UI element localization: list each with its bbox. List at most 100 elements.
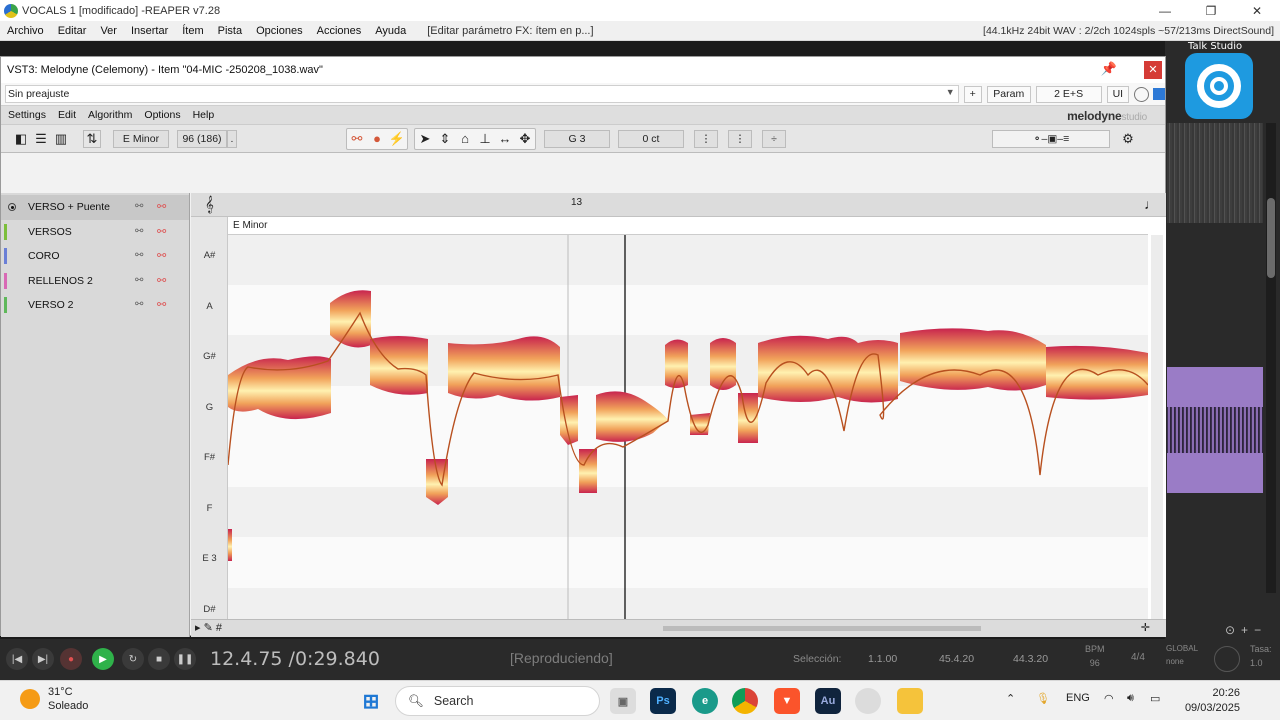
editor-vscroll[interactable] [1151,235,1163,619]
chrome-icon[interactable] [732,688,758,714]
ui-button[interactable]: UI [1106,85,1130,103]
amplitude-tool-icon[interactable]: ⊥ [475,129,495,149]
microphone-icon[interactable]: 🎙︎ [1036,692,1050,705]
layout-icon[interactable]: ◧ [11,129,31,149]
blob-link-icon[interactable]: ⚯ [157,225,171,238]
weather-widget[interactable]: 31°C Soleado [20,685,88,713]
note-link-icon[interactable]: ⚯ [135,275,148,286]
track-list-item[interactable]: RELLENOS 2 ⚯ ⚯ [1,269,189,294]
selection-start[interactable]: 1.1.00 [868,653,897,665]
note-link-icon[interactable]: ⚯ [135,201,148,212]
preset-dropdown[interactable]: Sin preajuste ▼ [5,85,959,103]
note-link-icon[interactable]: ⚯ [135,226,148,237]
system-clock[interactable]: 20:26 09/03/2025 [1180,686,1240,716]
pitch-tool-icon[interactable]: ⇕ [435,129,455,149]
menu-editar[interactable]: Editar [51,25,94,37]
menu-acciones[interactable]: Acciones [310,25,369,37]
mixer-icon[interactable]: ☰ [31,129,51,149]
blob-link-icon[interactable]: ⚯ [157,200,171,213]
blob-icon[interactable]: ● [367,129,387,149]
loop-button[interactable]: ↻ [122,648,144,670]
formant-tool-icon[interactable]: ⌂ [455,129,475,149]
track-list-item[interactable]: CORO ⚯ ⚯ [1,244,189,269]
levels-icon[interactable]: ▥ [51,129,71,149]
menu-ver[interactable]: Ver [93,25,124,37]
audition-icon[interactable]: Au [815,688,841,714]
zoom-slider[interactable]: ⚬–▣–≡ [992,129,1110,148]
note-link-icon[interactable]: ⚯ [135,250,148,261]
blob-link-icon[interactable]: ⚯ [157,274,171,287]
wet-knob[interactable] [1134,86,1150,102]
note-blobs[interactable] [228,290,1148,561]
timeline-ruler[interactable]: 𝄞 13 ♩ [191,193,1166,217]
menu-item[interactable]: Ítem [175,25,210,37]
overview-scrollbar[interactable] [663,626,981,631]
menu-edit[interactable]: Edit [51,109,81,121]
pause-button[interactable]: ❚❚ [174,648,196,670]
photoshop-icon[interactable]: Ps [650,688,676,714]
track-list-item[interactable]: VERSOS ⚯ ⚯ [1,220,189,245]
macro-icon[interactable]: ⇅ [83,129,101,148]
windows-start-icon[interactable]: ⊞ [358,688,384,714]
blob-layer[interactable] [228,235,1148,619]
rate-knob[interactable] [1214,646,1240,672]
record-button[interactable]: ● [60,648,82,670]
menu-insertar[interactable]: Insertar [124,25,175,37]
link-icon[interactable]: ⚯ [347,129,367,149]
track-list-item[interactable]: VERSO + Puente ⚯ ⚯ [1,195,189,220]
track-scrollbar[interactable] [1266,123,1276,593]
volume-icon[interactable]: 🔊︎ [1127,692,1134,705]
play-button[interactable]: ▶ [92,648,114,670]
snap-icon[interactable]: ÷ [762,129,786,148]
time-grid-icon[interactable]: ⋮ [728,129,752,148]
brave-icon[interactable]: ▼ [774,688,800,714]
note-link-icon[interactable]: ⚯ [135,299,148,310]
audio-item-region[interactable] [1167,367,1263,493]
blob-link-icon[interactable]: ⚯ [157,249,171,262]
edge-icon[interactable]: e [692,688,718,714]
reaper-taskbar-icon[interactable] [855,688,881,714]
menu-pista[interactable]: Pista [211,25,249,37]
pitch-ruler[interactable]: A# A G# G F# F E 3 D# [191,217,228,619]
bypass-checkbox[interactable] [1153,88,1165,100]
magic-icon[interactable]: ⚡ [387,129,407,149]
note-editor[interactable]: 𝄞 13 ♩ A# A G# G F# F E 3 D# E Minor ▸ ✎… [191,193,1166,637]
menu-ayuda[interactable]: Ayuda [368,25,413,37]
menu-help[interactable]: Help [186,109,220,121]
rate-display[interactable]: Tasa: 1.0 [1250,644,1272,668]
file-manager-icon[interactable]: ▣ [610,688,636,714]
selected-track-radio[interactable] [8,203,16,212]
plugin-close-button[interactable]: ✕ [1144,61,1162,79]
go-to-end-button[interactable]: ▶| [32,648,54,670]
pin-icon[interactable]: 📌 [1101,61,1117,77]
stop-button[interactable]: ■ [148,648,170,670]
track-list-item[interactable]: VERSO 2 ⚯ ⚯ [1,293,189,318]
wifi-icon[interactable]: ◠ [1104,692,1114,705]
zoom-controls[interactable]: ⊙+− [1225,623,1267,637]
note-grid[interactable] [228,235,1148,619]
global-mode[interactable]: GLOBAL none [1166,644,1198,666]
menu-archivo[interactable]: Archivo [0,25,51,37]
param-button[interactable]: Param [986,85,1031,103]
separation-tool-icon[interactable]: ✥ [515,129,535,149]
selection-length[interactable]: 44.3.20 [1013,653,1048,665]
blob-link-icon[interactable]: ⚯ [157,298,171,311]
clef-icon[interactable]: 𝄞 [205,196,214,213]
time-signature[interactable]: 4/4 [1131,652,1145,663]
go-to-start-button[interactable]: |◀ [6,648,28,670]
key-selector[interactable]: E Minor [113,129,169,148]
tempo-field[interactable]: 96 (186) [177,129,227,148]
io-button[interactable]: 2 E+S [1035,85,1102,103]
tool-icons[interactable]: ▸ ✎ # [195,621,222,634]
taskbar-search[interactable]: 🔍︎ Search [395,686,600,716]
note-value-icon[interactable]: ♩ [1144,196,1158,212]
scale-lane[interactable]: E Minor [228,217,1148,235]
pointer-icon[interactable]: ➤ [415,129,435,149]
menu-settings[interactable]: Settings [1,109,51,121]
tray-chevron-icon[interactable]: ⌃ [1006,692,1015,705]
menu-algorithm[interactable]: Algorithm [81,109,137,121]
tempo-menu[interactable]: . [227,129,237,148]
bpm-display[interactable]: BPM 96 [1085,644,1105,668]
track-waveform[interactable] [1167,123,1263,223]
time-tool-icon[interactable]: ↔ [495,129,515,149]
